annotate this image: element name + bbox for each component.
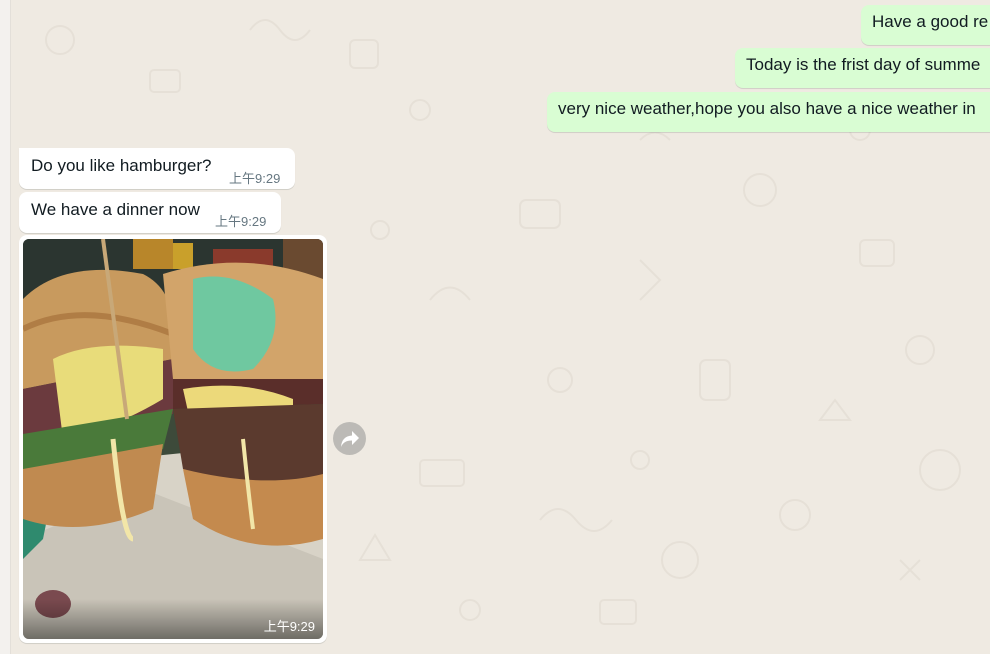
message-time: 上午9:29 (215, 214, 267, 229)
message-text: Do you like hamburger? (31, 156, 212, 175)
chat-left-border (0, 0, 11, 654)
forward-button[interactable] (333, 422, 366, 455)
outgoing-message[interactable]: Today is the frist day of summe (735, 48, 990, 88)
hamburger-photo[interactable]: 上午9:29 (23, 239, 323, 639)
image-message[interactable]: 上午9:29 (19, 235, 327, 643)
hamburger-image (23, 239, 323, 639)
message-text: We have a dinner now (31, 200, 200, 219)
message-text: Today is the frist day of summe (746, 55, 981, 74)
incoming-message[interactable]: Do you like hamburger? 上午9:29 (19, 148, 295, 189)
message-time: 上午9:29 (229, 171, 281, 186)
outgoing-message[interactable]: very nice weather,hope you also have a n… (547, 92, 990, 132)
photo-time: 上午9:29 (263, 619, 315, 634)
incoming-message[interactable]: We have a dinner now 上午9:29 (19, 192, 281, 233)
chat-panel: Have a good re Today is the frist day of… (0, 0, 990, 654)
forward-arrow-icon (340, 430, 359, 447)
message-text: Have a good re (872, 12, 989, 31)
message-text: very nice weather,hope you also have a n… (558, 99, 976, 118)
outgoing-message[interactable]: Have a good re (861, 5, 990, 45)
